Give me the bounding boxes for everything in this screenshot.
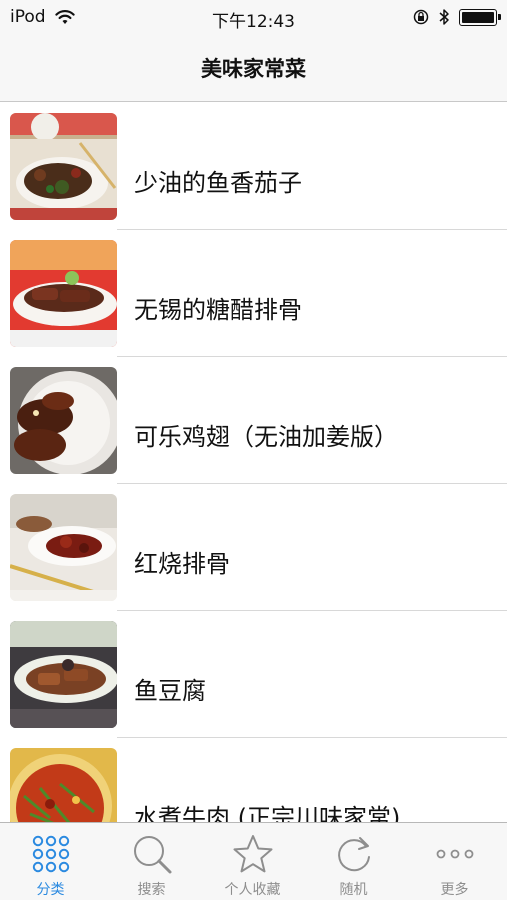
recipe-row[interactable]: 无锡的糖醋排骨 [0,230,507,357]
recipe-row[interactable]: 红烧排骨 [0,484,507,611]
tab-label: 搜索 [137,882,166,898]
recipe-thumbnail [10,748,117,822]
recipe-row[interactable]: 少油的鱼香茄子 [0,103,507,230]
recipe-thumbnail [10,240,117,347]
tab-label: 更多 [440,882,469,898]
recipe-list[interactable]: 少油的鱼香茄子 无锡的糖醋排骨 可乐鸡翅（无油加姜版） 红烧排骨 鱼豆腐 水煮牛… [0,103,507,822]
recipe-thumbnail [10,621,117,728]
tab-search[interactable]: 搜索 [101,823,202,900]
star-icon [233,835,273,873]
recipe-row[interactable]: 水煮牛肉 (正宗川味家常) [0,738,507,822]
tab-label: 个人收藏 [224,882,281,898]
tab-favorites[interactable]: 个人收藏 [202,823,303,900]
status-right [413,8,501,26]
page-title: 美味家常菜 [201,57,306,81]
tab-bar: 分类 搜索 个人收藏 随机 更多 [0,822,507,900]
recipe-row[interactable]: 可乐鸡翅（无油加姜版） [0,357,507,484]
recipe-thumbnail [10,367,117,474]
status-bar: iPod 下午12:43 [0,0,507,36]
search-icon [134,836,172,874]
navigation-bar: 美味家常菜 [0,36,507,102]
grid-icon [32,835,70,873]
orientation-lock-icon [413,9,429,25]
recipe-title: 鱼豆腐 [134,677,206,705]
tab-category[interactable]: 分类 [0,823,101,900]
recipe-row[interactable]: 鱼豆腐 [0,611,507,738]
tab-more[interactable]: 更多 [404,823,505,900]
recipe-thumbnail [10,494,117,601]
recipe-thumbnail [10,113,117,220]
tab-label: 分类 [36,882,65,898]
recipe-title: 少油的鱼香茄子 [134,169,302,197]
tab-random[interactable]: 随机 [303,823,404,900]
recipe-title: 可乐鸡翅（无油加姜版） [134,423,398,451]
tab-label: 随机 [339,882,368,898]
recipe-title: 水煮牛肉 (正宗川味家常) [134,804,401,822]
refresh-icon [338,837,370,872]
more-icon [436,849,474,859]
battery-icon [459,8,501,26]
recipe-title: 红烧排骨 [134,550,230,578]
bluetooth-icon [439,9,449,25]
recipe-title: 无锡的糖醋排骨 [134,296,302,324]
